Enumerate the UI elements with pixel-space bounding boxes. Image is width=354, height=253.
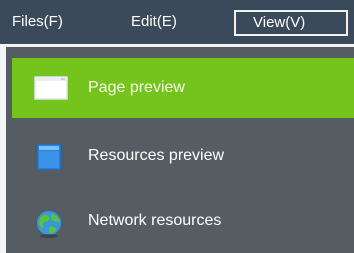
menu-edit[interactable]: Edit(E) (131, 11, 177, 35)
globe-icon (34, 209, 64, 244)
menu-option-label: Page preview (88, 79, 185, 96)
menu-option-label: Network resources (88, 212, 222, 229)
menu-option-page-preview[interactable]: Page preview (12, 58, 354, 118)
menu-files[interactable]: Files(F) (12, 11, 63, 35)
menu-bar: Files(F) Edit(E) View(V) (0, 0, 354, 44)
menu-option-network-resources[interactable]: Network resources (12, 191, 354, 251)
resources-preview-icon (34, 143, 64, 175)
menu-option-resources-preview[interactable]: Resources preview (12, 126, 354, 186)
menu-option-label: Resources preview (88, 147, 225, 164)
menu-view[interactable]: View(V) (234, 10, 348, 36)
page-preview-icon (34, 76, 68, 105)
